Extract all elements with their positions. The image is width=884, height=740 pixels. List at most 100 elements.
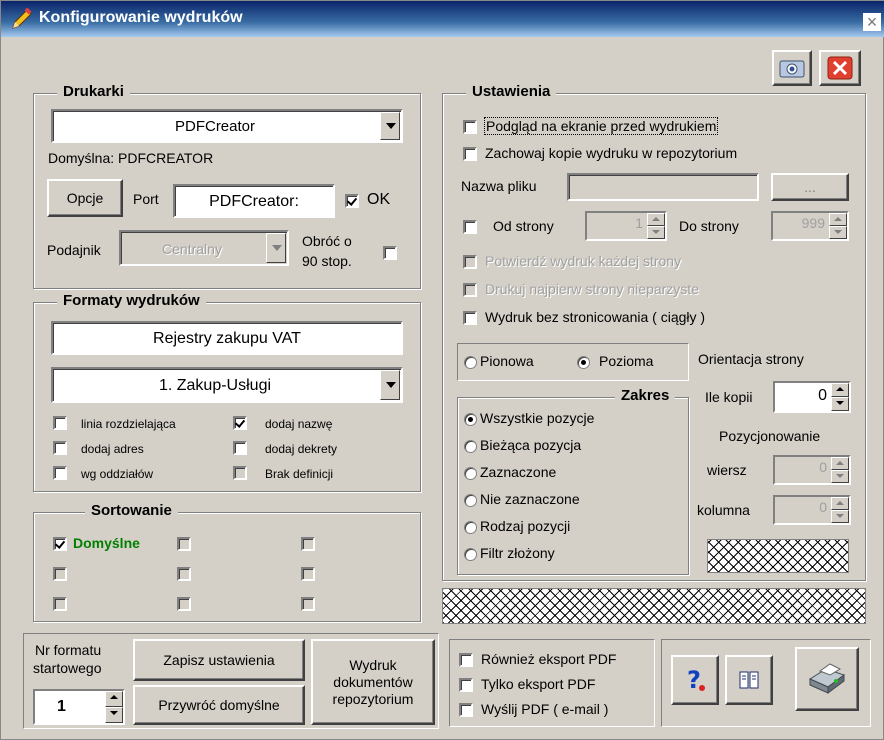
column-spinner[interactable]: 0 xyxy=(773,495,851,525)
add-name-checkbox[interactable] xyxy=(233,416,247,430)
chevron-down-icon[interactable] xyxy=(380,112,400,140)
sort-slot-checkbox[interactable] xyxy=(177,597,191,611)
title-close-icon[interactable]: × xyxy=(863,13,881,31)
continuous-checkbox[interactable] xyxy=(463,311,477,325)
sort-slot-checkbox[interactable] xyxy=(177,567,191,581)
preview-checkbox[interactable] xyxy=(463,120,477,134)
sort-slot-checkbox[interactable] xyxy=(53,597,67,611)
spin-down-icon[interactable] xyxy=(829,226,847,239)
app-pencil-icon xyxy=(12,8,32,29)
start-format-value: 1 xyxy=(57,698,66,715)
options-button[interactable]: Opcje xyxy=(47,179,123,217)
camera-icon xyxy=(779,60,805,78)
spin-down-icon[interactable] xyxy=(831,470,849,483)
save-settings-button[interactable]: Zapisz ustawienia xyxy=(133,639,305,681)
filename-field[interactable] xyxy=(567,173,759,201)
range-group-label: Zakres xyxy=(615,387,676,404)
rotate-checkbox[interactable] xyxy=(383,246,397,260)
spin-up-icon[interactable] xyxy=(829,213,847,226)
repository-print-button[interactable]: Wydruk dokumentów repozytorium xyxy=(311,639,435,725)
spin-down-icon[interactable] xyxy=(831,510,849,523)
manual-button[interactable] xyxy=(725,655,773,705)
no-definition-checkbox[interactable] xyxy=(233,466,247,480)
start-format-label-line2: startowego xyxy=(33,660,102,676)
keep-copies-checkbox[interactable] xyxy=(463,147,477,161)
print-button[interactable] xyxy=(795,647,859,711)
spin-down-icon[interactable] xyxy=(647,226,665,239)
format-select[interactable]: 1. Zakup-Usługi xyxy=(51,367,403,403)
port-field[interactable]: PDFCreator: xyxy=(173,184,335,218)
spin-up-icon[interactable] xyxy=(831,457,849,470)
add-address-checkbox[interactable] xyxy=(53,441,67,455)
sort-slot-checkbox[interactable] xyxy=(301,567,315,581)
sort-slot-checkbox[interactable] xyxy=(53,567,67,581)
positioning-label: Pozycjonowanie xyxy=(719,428,821,444)
sort-slot-checkbox[interactable] xyxy=(177,537,191,551)
add-decrees-checkbox[interactable] xyxy=(233,441,247,455)
start-format-spinner[interactable]: 1 xyxy=(33,689,125,725)
hatch-status-strip xyxy=(442,588,866,624)
also-export-pdf-checkbox[interactable] xyxy=(459,653,473,667)
add-name-label: dodaj nazwę xyxy=(265,417,333,431)
orientation-landscape-label: Pozioma xyxy=(599,353,654,369)
page-range-checkbox[interactable] xyxy=(463,220,477,234)
to-page-spinner[interactable]: 999 xyxy=(771,211,849,241)
range-all-radio[interactable] xyxy=(464,413,477,426)
range-type-radio[interactable] xyxy=(464,521,477,534)
spin-down-icon[interactable] xyxy=(831,397,849,411)
range-unselected-label: Nie zaznaczone xyxy=(480,491,580,507)
confirm-each-checkbox[interactable] xyxy=(463,255,477,269)
column-label: kolumna xyxy=(697,502,750,518)
from-page-spinner[interactable]: 1 xyxy=(585,211,667,241)
range-selected-radio[interactable] xyxy=(464,467,477,480)
spin-up-icon[interactable] xyxy=(831,383,849,397)
repository-print-line1: Wydruk xyxy=(349,656,397,673)
screenshot-button[interactable] xyxy=(772,50,812,86)
tray-label: Podajnik xyxy=(47,242,101,258)
copies-spinner[interactable]: 0 xyxy=(773,381,851,413)
odd-first-checkbox[interactable] xyxy=(463,283,477,297)
chevron-down-icon[interactable] xyxy=(380,370,400,400)
printers-group-label: Drukarki xyxy=(57,83,130,100)
ok-checkbox[interactable] xyxy=(345,194,359,208)
range-filter-radio[interactable] xyxy=(464,548,477,561)
register-name-field[interactable]: Rejestry zakupu VAT xyxy=(51,321,403,355)
add-decrees-label: dodaj dekrety xyxy=(265,442,338,456)
range-all-label: Wszystkie pozycje xyxy=(480,410,595,426)
spin-up-icon[interactable] xyxy=(647,213,665,226)
chevron-down-icon[interactable] xyxy=(266,233,286,263)
register-name-value: Rejestry zakupu VAT xyxy=(153,330,301,347)
spin-down-icon[interactable] xyxy=(105,707,123,723)
spin-up-icon[interactable] xyxy=(105,691,123,707)
orientation-landscape-radio[interactable] xyxy=(577,356,590,369)
to-page-value: 999 xyxy=(801,215,825,231)
range-unselected-radio[interactable] xyxy=(464,494,477,507)
close-dialog-button[interactable] xyxy=(819,50,861,86)
tray-select-value: Centralny xyxy=(162,241,222,257)
repository-print-line2: dokumentów xyxy=(333,673,413,690)
rotate-label-line1: Obróć o xyxy=(302,233,352,249)
tray-select[interactable]: Centralny xyxy=(119,230,289,266)
range-filter-label: Filtr złożony xyxy=(480,545,555,561)
restore-defaults-button[interactable]: Przywróć domyślne xyxy=(133,685,305,725)
separator-line-checkbox[interactable] xyxy=(53,416,67,430)
by-branches-checkbox[interactable] xyxy=(53,466,67,480)
help-button[interactable]: ? xyxy=(671,655,719,705)
printer-icon xyxy=(808,663,846,694)
book-icon xyxy=(739,671,759,689)
browse-button[interactable]: ... xyxy=(771,173,849,201)
spin-up-icon[interactable] xyxy=(831,497,849,510)
sort-default-label: Domyślne xyxy=(73,535,140,551)
sort-slot-checkbox[interactable] xyxy=(301,597,315,611)
repository-print-line3: repozytorium xyxy=(332,690,414,707)
orientation-portrait-radio[interactable] xyxy=(464,356,477,369)
from-page-label: Od strony xyxy=(493,218,554,234)
sort-default-checkbox[interactable] xyxy=(53,537,67,551)
only-export-pdf-checkbox[interactable] xyxy=(459,678,473,692)
send-pdf-checkbox[interactable] xyxy=(459,703,473,717)
port-label: Port xyxy=(133,191,159,207)
range-current-radio[interactable] xyxy=(464,440,477,453)
printer-select[interactable]: PDFCreator xyxy=(51,109,403,143)
sort-slot-checkbox[interactable] xyxy=(301,537,315,551)
row-spinner[interactable]: 0 xyxy=(773,455,851,485)
